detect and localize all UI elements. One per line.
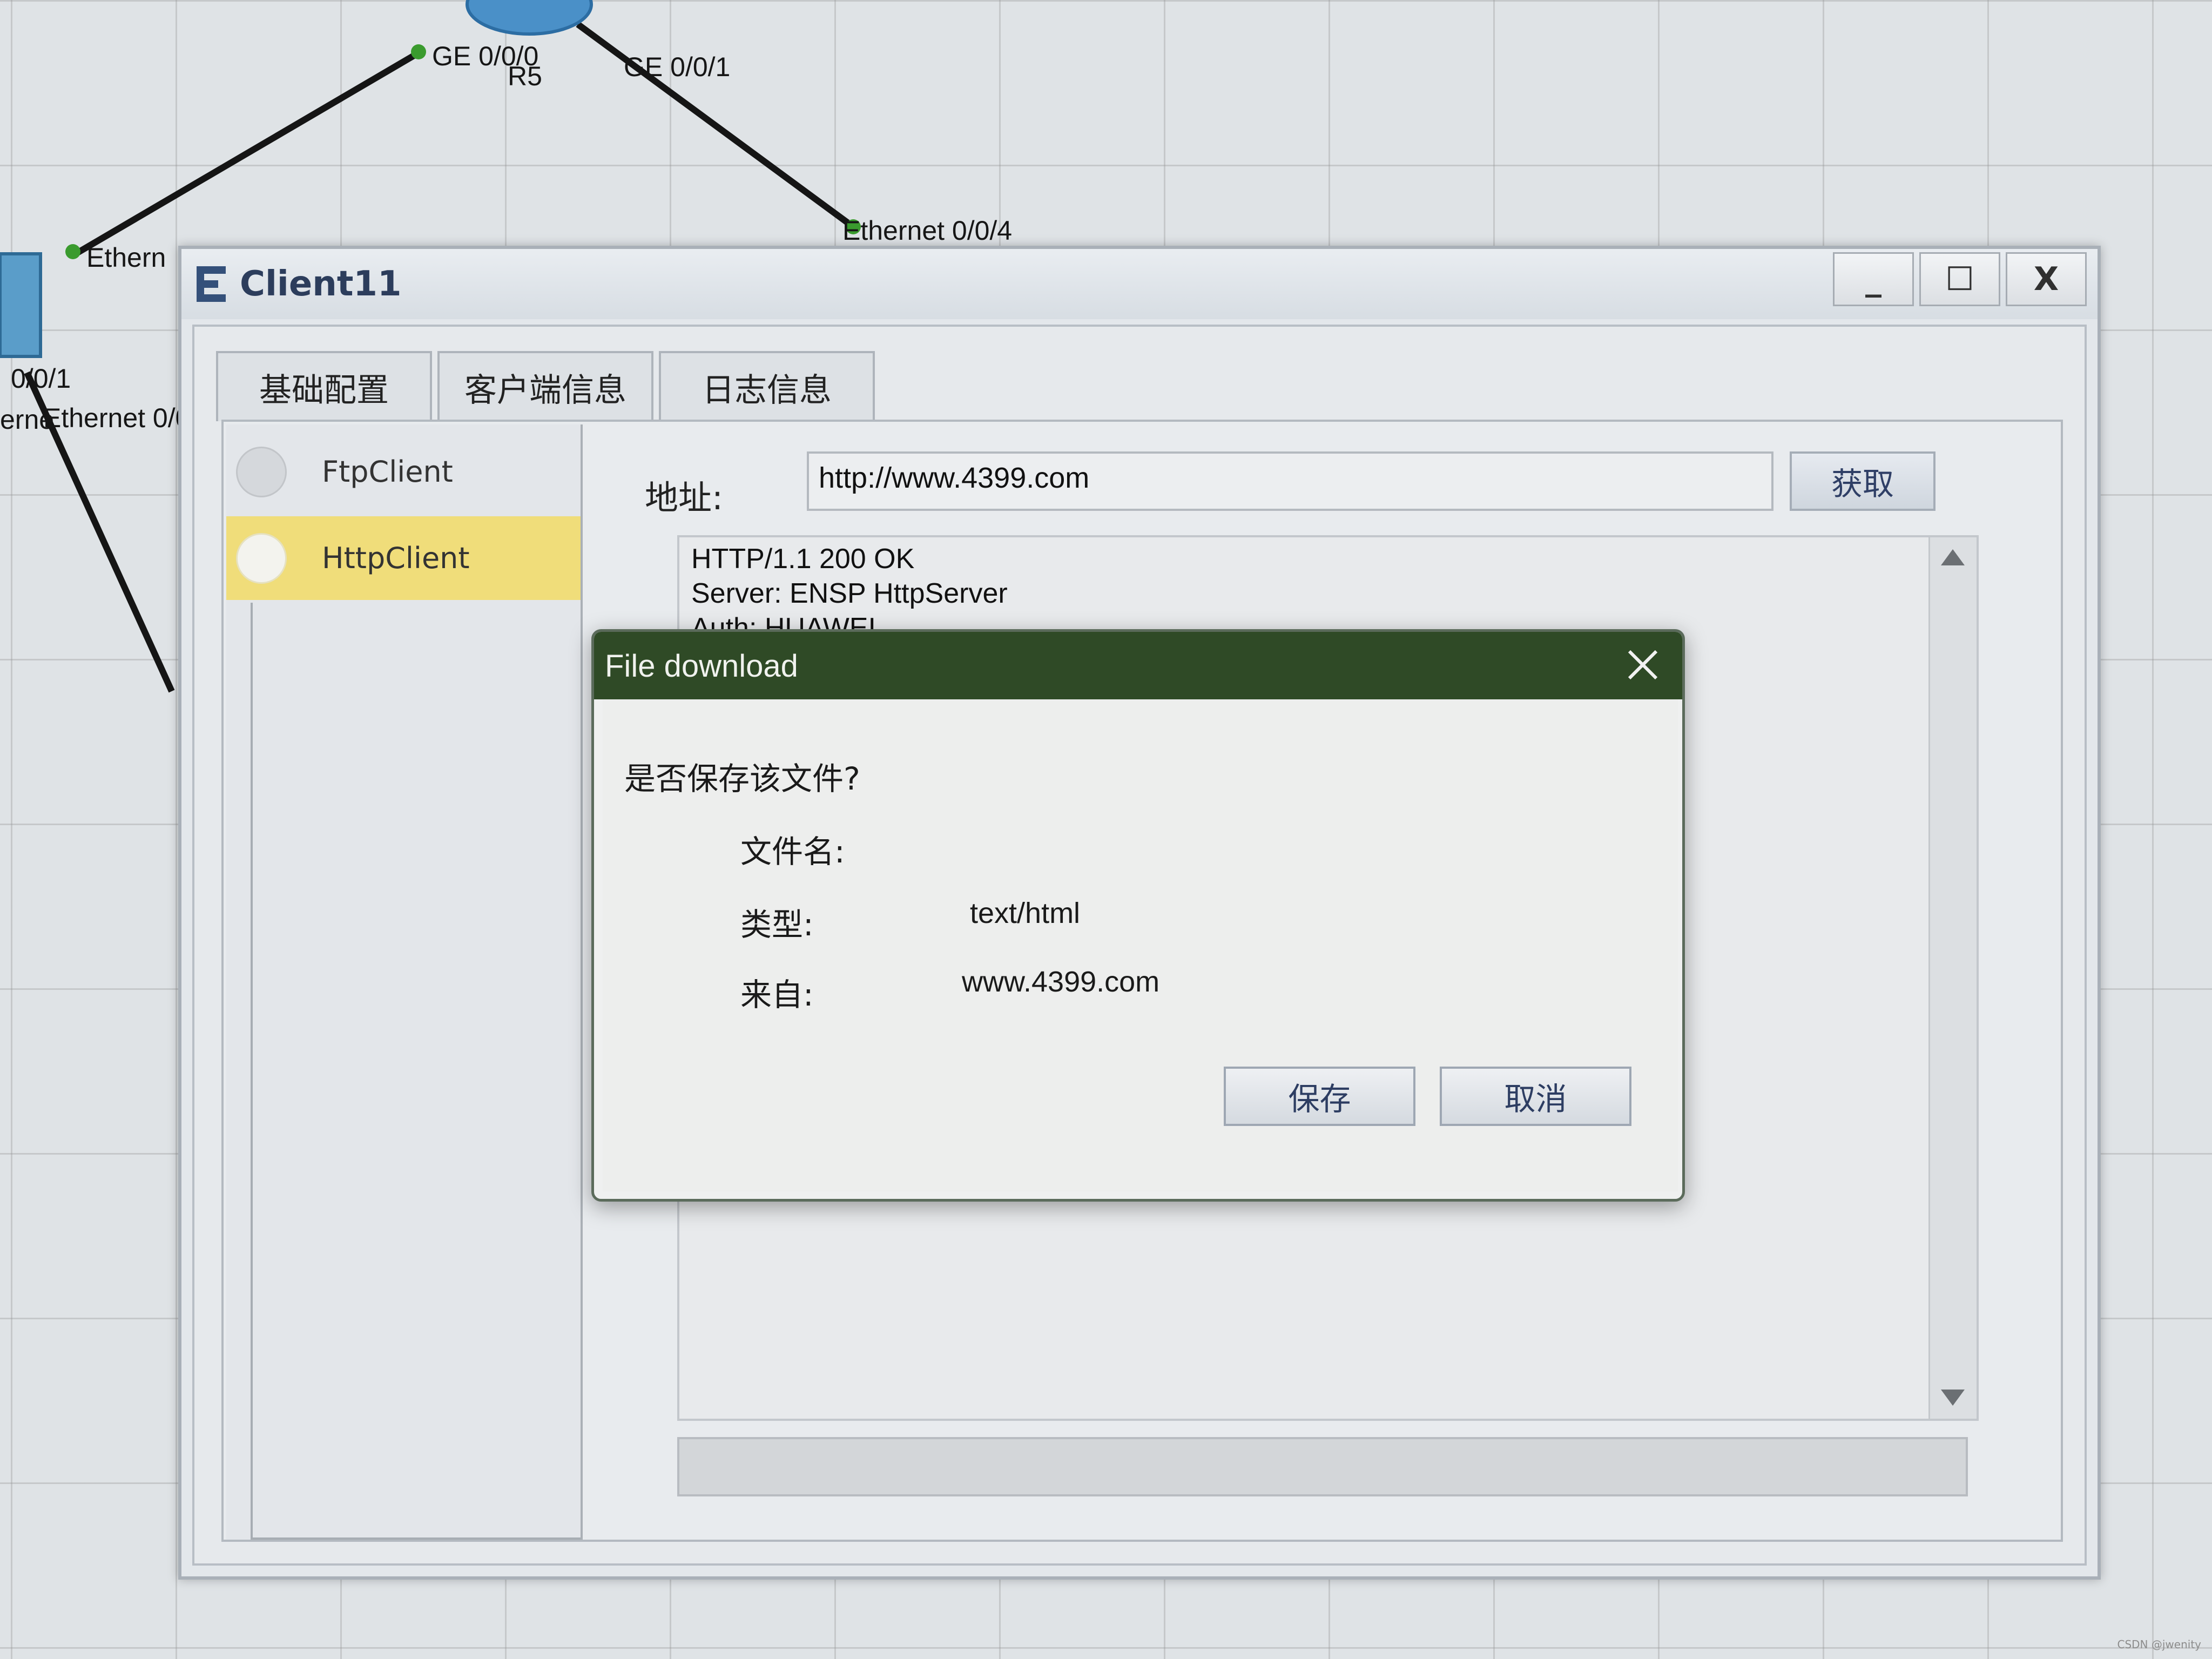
link-r5-ge000 <box>73 48 423 257</box>
file-download-dialog[interactable]: File download 是否保存该文件? 文件名: 类型: text/htm… <box>591 629 1685 1202</box>
scroll-down-arrow-icon[interactable] <box>1941 1390 1965 1406</box>
client-app-icon <box>197 266 226 302</box>
cancel-button[interactable]: 取消 <box>1440 1067 1631 1126</box>
response-line: HTTP/1.1 200 OK <box>691 543 915 575</box>
router-label: R5 <box>508 61 542 91</box>
scroll-up-arrow-icon[interactable] <box>1941 549 1965 565</box>
from-label: 来自: <box>740 976 814 1013</box>
window-title: Client11 <box>240 264 402 304</box>
fetch-button[interactable]: 获取 <box>1790 451 1936 511</box>
status-dot-icon <box>236 446 287 497</box>
from-value: www.4399.com <box>962 966 1160 998</box>
status-bar <box>677 1437 1968 1496</box>
window-titlebar[interactable]: Client11 _ ☐ X <box>181 249 2098 319</box>
tab-client-info[interactable]: 客户端信息 <box>437 351 653 421</box>
list-frame <box>251 603 581 1540</box>
response-line: Server: ENSP HttpServer <box>691 578 1008 609</box>
type-value: text/html <box>970 897 1081 929</box>
list-item-label: HttpClient <box>322 541 470 575</box>
filename-label: 文件名: <box>740 833 845 870</box>
close-icon[interactable] <box>1625 647 1661 683</box>
switch-icon <box>0 252 42 358</box>
type-label: 类型: <box>740 906 814 943</box>
dialog-body: 是否保存该文件? 文件名: 类型: text/html 来自: www.4399… <box>603 699 1678 1191</box>
dialog-header[interactable]: File download <box>594 632 1682 699</box>
list-item-ftpclient[interactable]: FtpClient <box>226 430 581 514</box>
port-dot-ge000 <box>411 44 426 59</box>
port-label-ethern: Ethern <box>86 242 166 273</box>
router-icon <box>466 0 593 36</box>
list-item-label: FtpClient <box>322 455 453 489</box>
response-scrollbar[interactable] <box>1928 537 1977 1419</box>
address-input[interactable]: http://www.4399.com <box>807 451 1773 511</box>
port-dot-ethern <box>65 244 80 259</box>
client-type-list: FtpClient HttpClient <box>226 424 583 1540</box>
tab-basic-config[interactable]: 基础配置 <box>216 351 432 421</box>
dialog-title: File download <box>605 649 798 684</box>
maximize-button[interactable]: ☐ <box>1919 252 2000 306</box>
port-label-001: 0/0/1 <box>11 363 71 394</box>
tab-log-info[interactable]: 日志信息 <box>659 351 875 421</box>
port-label-eth004: Ethernet 0/0/4 <box>842 215 1013 246</box>
status-dot-icon <box>236 532 287 584</box>
address-label: 地址: <box>645 478 723 517</box>
port-label-ge001: GE 0/0/1 <box>624 52 731 82</box>
save-button[interactable]: 保存 <box>1224 1067 1415 1126</box>
dialog-question: 是否保存该文件? <box>624 760 860 797</box>
watermark: CSDN @jwenity <box>2117 1638 2201 1651</box>
close-button[interactable]: X <box>2006 252 2087 306</box>
minimize-button[interactable]: _ <box>1833 252 1914 306</box>
list-item-httpclient[interactable]: HttpClient <box>226 516 581 600</box>
